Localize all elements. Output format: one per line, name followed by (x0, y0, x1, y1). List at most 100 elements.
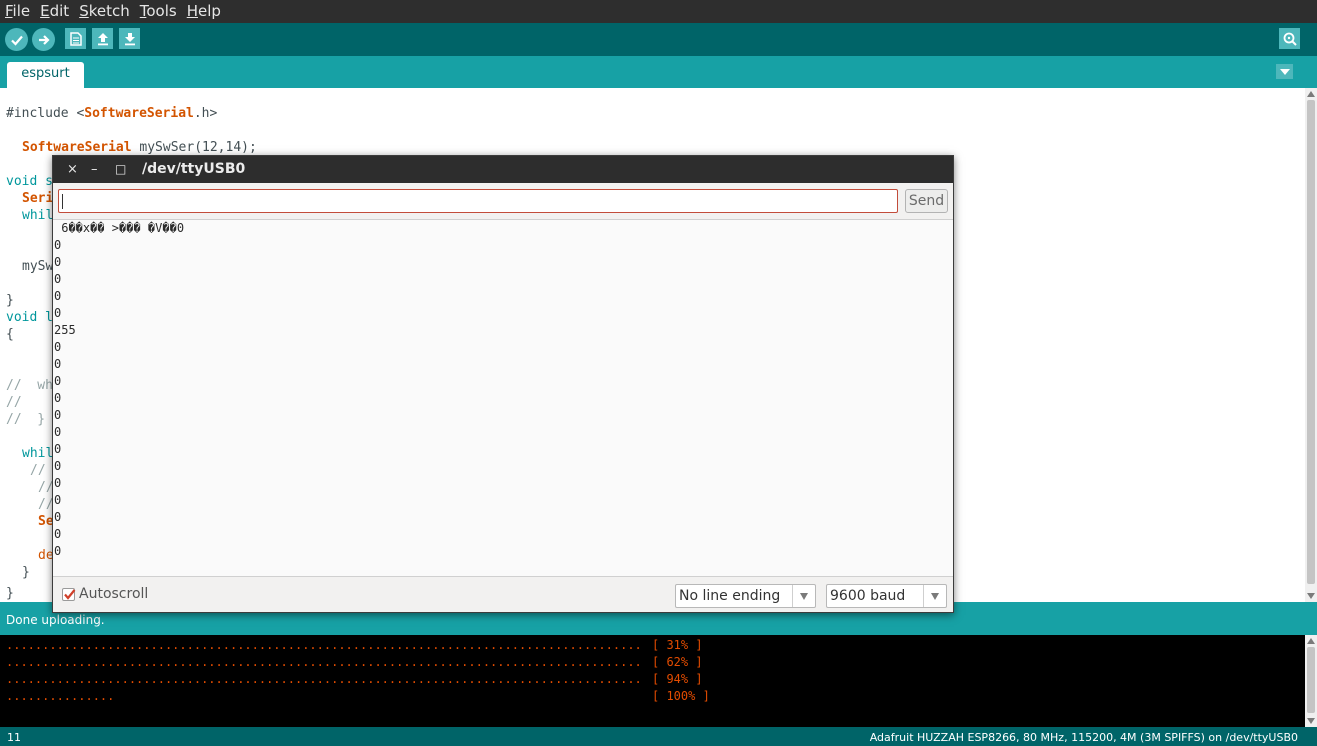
progress-dots: ............... (6, 689, 115, 703)
text-caret (62, 194, 63, 209)
menu-sketch-mnemonic: S (79, 2, 89, 20)
output-line: 0 (54, 459, 62, 473)
serial-monitor-window: × – □ /dev/ttyUSB0 Send 6��x�� >��� �V��… (52, 155, 954, 613)
code-line-19: } (22, 565, 30, 580)
progress-percent: [ 62% ] (652, 655, 703, 669)
autoscroll-checkbox[interactable] (62, 588, 76, 601)
status-message: Done uploading. (6, 613, 105, 627)
upload-button[interactable] (32, 28, 55, 51)
output-line: 0 (54, 340, 62, 354)
code-line-4: Seri (22, 191, 54, 206)
close-icon[interactable]: × (67, 156, 78, 183)
console-output: ........................................… (0, 635, 1305, 727)
serial-monitor-button[interactable] (1279, 28, 1300, 49)
serial-input[interactable] (58, 189, 898, 213)
verify-icon (10, 35, 23, 46)
code-line-20: } (6, 586, 14, 601)
menu-help-label: elp (197, 2, 221, 20)
code-line-8: void l (6, 310, 53, 325)
console-line: ........................................… (6, 671, 703, 688)
menu-edit[interactable]: Edit (35, 0, 74, 23)
console-line: ........................................… (6, 654, 703, 671)
chevron-down-icon (800, 593, 808, 600)
serial-monitor-titlebar[interactable]: × – □ /dev/ttyUSB0 (53, 156, 953, 183)
code-line-9: { (6, 327, 14, 342)
open-button[interactable] (92, 28, 113, 49)
menu-help[interactable]: Help (182, 0, 226, 23)
tab-menu-button[interactable] (1276, 64, 1293, 79)
code-line-10: // wh (6, 378, 53, 393)
editor-scroll-thumb[interactable] (1307, 100, 1315, 584)
select-divider (923, 585, 924, 607)
menu-file[interactable]: File (0, 0, 35, 23)
code-line-1: #include <SoftwareSerial.h> (6, 105, 217, 122)
console-line: ........................................… (6, 637, 703, 654)
code-line-6: mySw (22, 259, 54, 274)
baud-rate-select[interactable]: 9600 baud (826, 584, 947, 608)
minimize-icon[interactable]: – (91, 156, 98, 183)
tab-strip: espsurt (0, 56, 1317, 88)
output-line: 0 (54, 510, 62, 524)
output-line: 6��x�� >��� �V��0 (54, 221, 185, 235)
output-line: 0 (54, 289, 62, 303)
serial-monitor-icon (1283, 32, 1297, 46)
include-directive: #include < (6, 106, 85, 121)
output-line: 0 (54, 255, 62, 269)
output-line: 0 (54, 544, 62, 558)
tab-espsurt[interactable]: espsurt (7, 62, 84, 88)
menu-tools[interactable]: Tools (135, 0, 182, 23)
save-icon (124, 32, 135, 45)
progress-dots: ........................................… (6, 655, 642, 669)
output-line: 0 (54, 374, 62, 388)
code-line-2: SoftwareSerial mySwSer(12,14); (22, 139, 257, 156)
console-line: ............... [ 100% ] (6, 688, 710, 705)
output-line: 0 (54, 238, 62, 252)
declaration-tail: mySwSer(12,14); (131, 140, 257, 155)
code-line-5: whil (22, 208, 54, 223)
scroll-down-arrow-icon[interactable] (1307, 718, 1315, 724)
maximize-icon[interactable]: □ (115, 156, 126, 183)
code-line-3: void s (6, 174, 53, 189)
include-tail: .h> (193, 106, 218, 121)
menu-sketch[interactable]: Sketch (74, 0, 135, 23)
autoscroll-label: Autoscroll (79, 586, 149, 602)
line-ending-value: No line ending (679, 588, 781, 604)
output-line: 0 (54, 306, 62, 320)
select-divider (792, 585, 793, 607)
serial-output: 6��x�� >��� �V��0 0 0 0 0 0 255 0 0 0 0 … (53, 219, 953, 577)
window-title: /dev/ttyUSB0 (142, 161, 246, 177)
output-line: 0 (54, 272, 62, 286)
progress-percent: [ 94% ] (652, 672, 703, 686)
console-scroll-thumb[interactable] (1307, 647, 1315, 713)
chevron-down-icon (1279, 68, 1290, 75)
save-button[interactable] (119, 28, 140, 49)
output-line: 0 (54, 527, 62, 541)
menu-edit-label: dit (49, 2, 70, 20)
output-line: 0 (54, 442, 62, 456)
chevron-down-icon (931, 593, 939, 600)
console-scrollbar[interactable] (1305, 635, 1317, 727)
code-line-11: // (6, 395, 22, 410)
serial-monitor-footer: Autoscroll No line ending 9600 baud (53, 577, 953, 612)
progress-percent: [ 100% ] (652, 689, 710, 703)
progress-dots: ........................................… (6, 672, 642, 686)
code-line-7: } (6, 293, 14, 308)
menu-file-mnemonic: F (5, 2, 13, 20)
menu-sketch-label: ketch (88, 2, 130, 20)
menu-edit-mnemonic: E (40, 2, 50, 20)
send-button[interactable]: Send (905, 189, 948, 213)
scroll-down-arrow-icon[interactable] (1307, 593, 1315, 599)
open-icon (97, 32, 108, 45)
scroll-up-arrow-icon[interactable] (1307, 638, 1315, 644)
menu-tools-label: ools (146, 2, 177, 20)
editor-scrollbar[interactable] (1305, 88, 1317, 602)
new-file-icon (69, 31, 82, 46)
code-line-12: // } (6, 412, 46, 427)
board-info: Adafruit HUZZAH ESP8266, 80 MHz, 115200,… (869, 731, 1298, 744)
scroll-up-arrow-icon[interactable] (1307, 91, 1315, 97)
line-ending-select[interactable]: No line ending (675, 584, 816, 608)
verify-button[interactable] (5, 28, 28, 51)
output-line: 255 (54, 323, 76, 337)
code-line-14: // (30, 463, 46, 478)
new-button[interactable] (65, 28, 86, 49)
